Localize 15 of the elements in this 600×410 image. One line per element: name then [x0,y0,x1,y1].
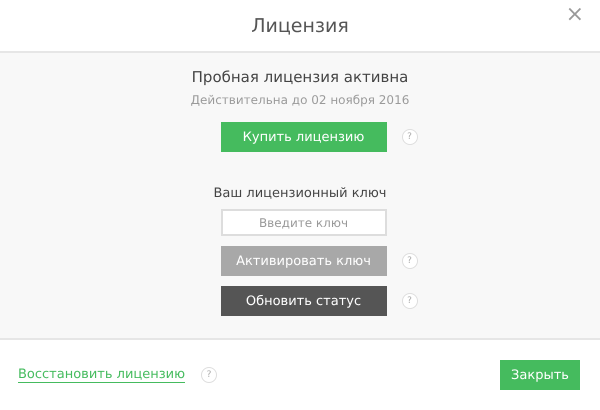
dialog-title: Лицензия [251,14,349,36]
buy-license-button[interactable]: Купить лицензию [220,122,386,152]
key-label: Ваш лицензионный ключ [214,186,386,201]
restore-license-link[interactable]: Восстановить лицензию [18,367,186,383]
refresh-status-button[interactable]: Обновить статус [220,286,386,316]
license-status: Пробная лицензия активна [192,67,408,87]
help-icon[interactable]: ? [201,367,218,383]
help-icon[interactable]: ? [402,253,418,269]
help-icon[interactable]: ? [402,129,418,145]
close-button[interactable]: × [562,2,588,27]
valid-until-text: Действительна до 02 ноября 2016 [190,92,410,108]
close-dialog-button[interactable]: Закрыть [500,360,580,390]
activate-key-button[interactable]: Активировать ключ [220,246,386,276]
help-icon[interactable]: ? [402,293,418,309]
license-key-field[interactable]: Введите ключ [220,209,386,236]
